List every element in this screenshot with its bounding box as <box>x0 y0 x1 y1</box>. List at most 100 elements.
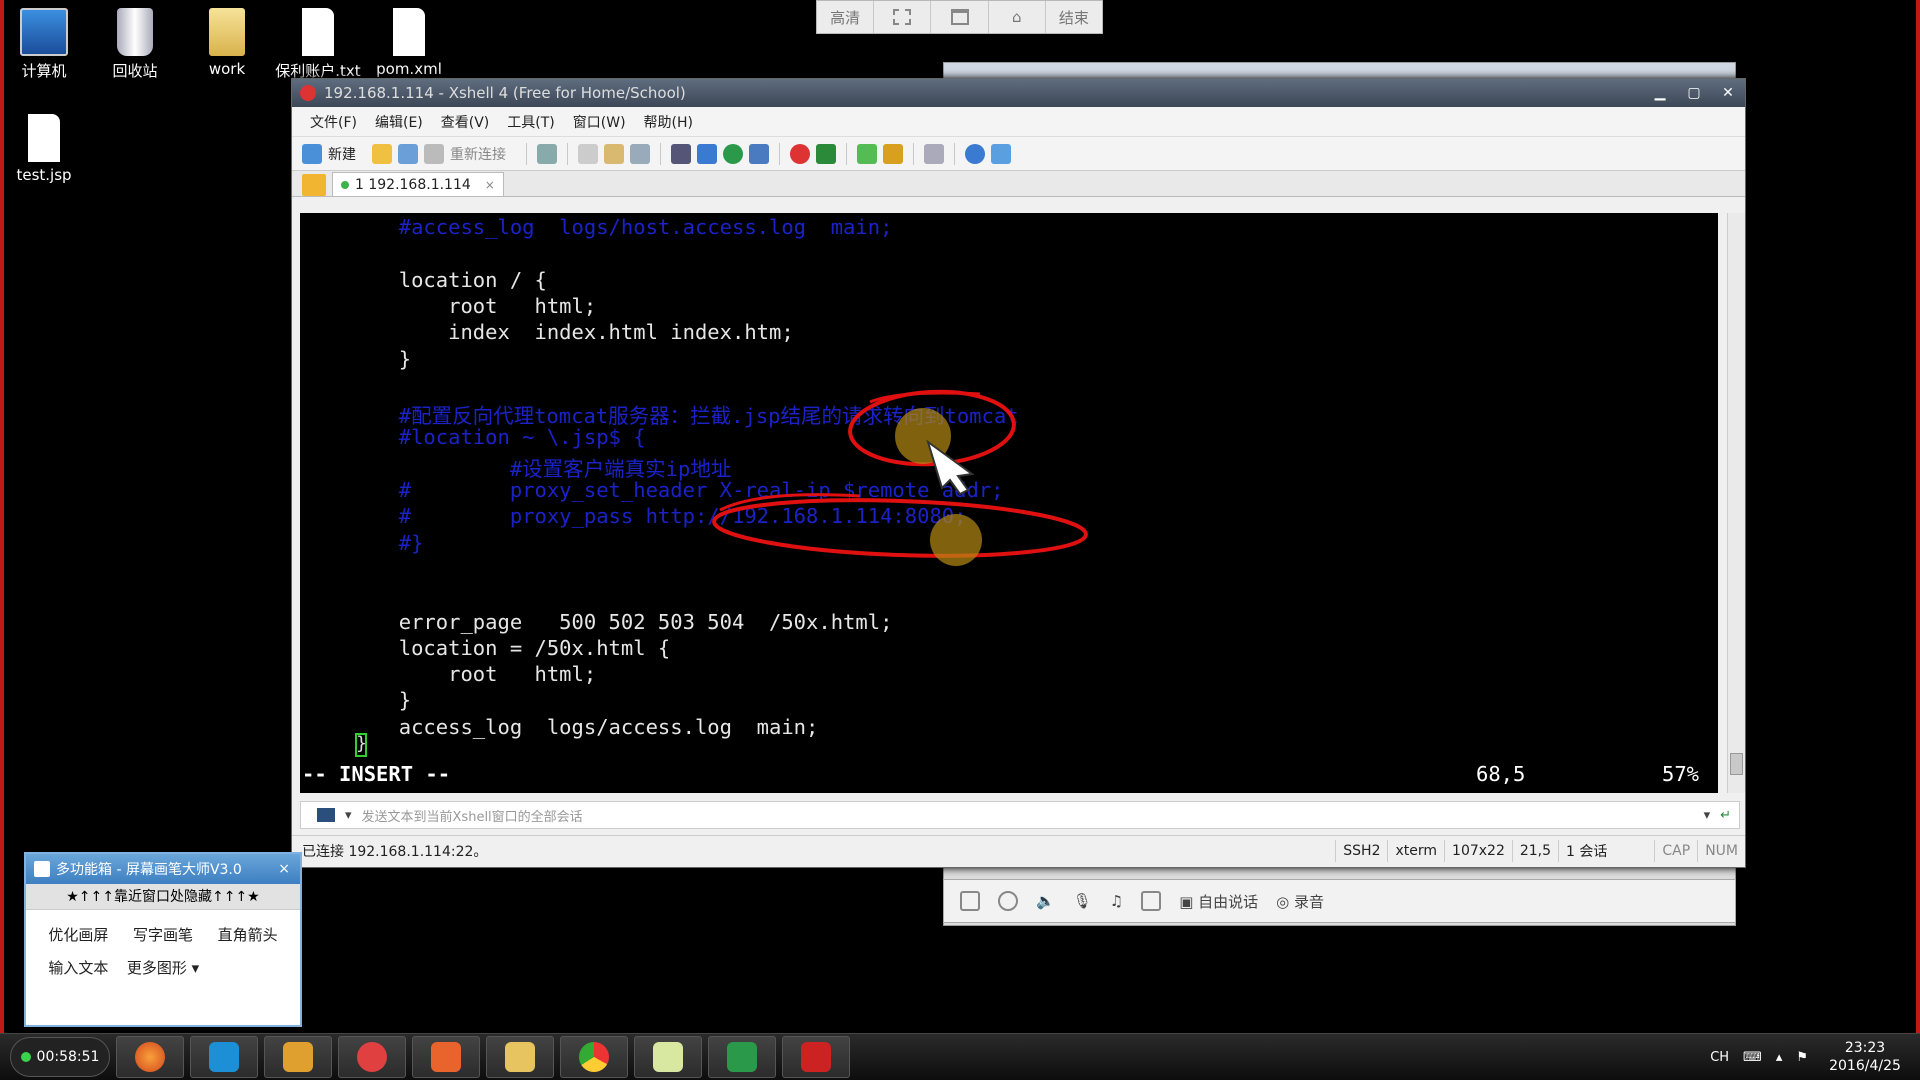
send-icon[interactable]: ↵ <box>1720 808 1731 823</box>
maximize-button[interactable]: ▢ <box>1677 82 1711 104</box>
menu-tools[interactable]: 工具(T) <box>507 112 554 132</box>
chevron-down-icon[interactable]: ▾ <box>345 808 352 823</box>
optimize-screen-button[interactable]: 优化画屏 <box>36 924 121 945</box>
compose-icon[interactable] <box>317 808 335 822</box>
fullscreen-icon[interactable] <box>857 143 877 164</box>
transfer-icon[interactable] <box>697 143 717 164</box>
speaker-icon[interactable]: 🔈 <box>1036 892 1055 910</box>
find-icon[interactable] <box>630 143 650 164</box>
sessions-status: 1 会话 <box>1558 839 1614 862</box>
terminal[interactable]: access_log logs/access.log main; } root … <box>300 213 1718 793</box>
show-hidden-icons-icon[interactable]: ▴ <box>1776 1050 1783 1065</box>
end-button[interactable]: 结束 <box>1046 1 1102 33</box>
recording-dot-icon <box>20 1052 31 1062</box>
taskbar-firefox[interactable] <box>116 1036 184 1078</box>
pen-panel-titlebar[interactable]: 多功能箱 - 屏幕画笔大师V3.0 × <box>26 854 300 884</box>
music-icon[interactable]: ♫ <box>1110 892 1123 910</box>
settings-icon[interactable] <box>998 891 1018 911</box>
help-icon[interactable] <box>965 143 985 164</box>
hd-button[interactable]: 高清 <box>817 1 875 33</box>
xftp-icon[interactable] <box>816 143 836 164</box>
mixer-icon[interactable] <box>1141 891 1162 911</box>
pen-app-icon <box>34 861 50 877</box>
add-tab-icon[interactable] <box>302 174 326 196</box>
right-angle-arrow-button[interactable]: 直角箭头 <box>205 924 290 945</box>
reconnect-icon <box>424 143 444 164</box>
xshell-logo-icon[interactable] <box>790 143 810 164</box>
copy-icon[interactable] <box>578 143 598 164</box>
xshell-titlebar[interactable]: 192.168.1.114 - Xshell 4 (Free for Home/… <box>292 79 1745 107</box>
print-icon[interactable] <box>671 143 691 164</box>
writing-pen-button[interactable]: 写字画笔 <box>121 924 206 945</box>
desktop-icon-computer[interactable]: 计算机 <box>0 8 94 81</box>
taskbar-notepad[interactable] <box>634 1036 702 1078</box>
window-button[interactable] <box>931 1 989 33</box>
microphone-icon[interactable]: 🎙 <box>1073 892 1092 910</box>
font-icon[interactable] <box>749 143 769 164</box>
taskbar-explorer[interactable] <box>486 1036 554 1078</box>
vim-scroll-percent: 57% <box>1662 762 1700 786</box>
toolbar-divider <box>913 142 914 165</box>
menu-view[interactable]: 查看(V) <box>441 112 490 132</box>
desktop-icon-pom-xml[interactable]: pom.xml <box>359 8 459 78</box>
desktop-icon-work[interactable]: work <box>177 8 277 78</box>
pen-panel-close-button[interactable]: × <box>278 861 290 877</box>
desktop-icon-recycle-bin[interactable]: 回收站 <box>85 8 185 81</box>
keyboard-tray-icon[interactable]: ⌨ <box>1743 1050 1762 1065</box>
open-folder-icon[interactable] <box>372 143 392 164</box>
minimize-button[interactable]: ▁ <box>1643 82 1677 104</box>
menu-file[interactable]: 文件(F) <box>310 112 357 132</box>
xshell-icon <box>357 1042 387 1072</box>
taskbar-xftp[interactable] <box>708 1036 776 1078</box>
chat-icon[interactable] <box>991 143 1011 164</box>
input-text-button[interactable]: 输入文本 <box>36 957 121 978</box>
free-talk-label: 自由说话 <box>1198 892 1259 911</box>
menu-edit[interactable]: 编辑(E) <box>375 112 423 132</box>
home-button[interactable]: ⌂ <box>989 1 1046 33</box>
terminal-scrollbar[interactable] <box>1727 213 1745 793</box>
tab-close-icon[interactable]: × <box>485 178 495 192</box>
properties-icon[interactable] <box>537 143 557 164</box>
clock-date: 2016/4/25 <box>1829 1058 1901 1074</box>
taskbar-powerpoint[interactable] <box>412 1036 480 1078</box>
keyboard-icon[interactable] <box>924 143 944 164</box>
close-button[interactable]: ✕ <box>1711 82 1745 104</box>
recording-timer[interactable]: 00:58:51 <box>10 1037 110 1077</box>
text-file-icon <box>302 8 334 56</box>
scrollbar-thumb[interactable] <box>1730 753 1743 775</box>
taskbar-app-tiger[interactable] <box>264 1036 332 1078</box>
tab-label: 1 192.168.1.114 <box>355 176 471 193</box>
more-shapes-button[interactable]: 更多图形 ▾ <box>121 957 206 978</box>
powerpoint-icon <box>431 1042 461 1072</box>
new-session-button[interactable]: 新建 <box>328 144 356 164</box>
window-icon <box>950 9 969 25</box>
desktop-icon-txt-file[interactable]: 保利账户.txt <box>268 8 368 81</box>
globe-icon[interactable] <box>723 143 743 164</box>
desktop-icon-test-jsp[interactable]: test.jsp <box>0 114 94 184</box>
terminal-type-status: xterm <box>1387 839 1444 862</box>
input-language[interactable]: CH <box>1710 1050 1729 1065</box>
reconnect-button[interactable]: 重新连接 <box>450 144 506 164</box>
compose-input[interactable]: 发送文本到当前Xshell窗口的全部会话 <box>362 806 1704 825</box>
taskbar-app-blue[interactable] <box>190 1036 258 1078</box>
menu-help[interactable]: 帮助(H) <box>644 112 693 132</box>
menu-window[interactable]: 窗口(W) <box>573 112 626 132</box>
pen-panel-hide-hint: ★↑↑↑靠近窗口处隐藏↑↑↑★ <box>26 884 300 910</box>
system-clock[interactable]: 23:23 2016/4/25 <box>1822 1039 1908 1075</box>
tab-bar: 1 192.168.1.114 × <box>292 171 1745 197</box>
link-icon[interactable] <box>398 143 418 164</box>
free-talk-button[interactable]: ▣ 自由说话 <box>1179 891 1258 912</box>
folder-icon <box>209 8 245 56</box>
lock-icon[interactable] <box>883 143 903 164</box>
exit-icon[interactable] <box>960 891 980 911</box>
region-button[interactable] <box>874 1 932 33</box>
tab-session-1[interactable]: 1 192.168.1.114 × <box>332 172 504 196</box>
taskbar-recorder[interactable] <box>782 1036 850 1078</box>
record-button[interactable]: ◎ 录音 <box>1276 891 1324 912</box>
paste-icon[interactable] <box>604 143 624 164</box>
taskbar-chrome[interactable] <box>560 1036 628 1078</box>
network-flag-icon[interactable]: ⚑ <box>1796 1050 1808 1065</box>
terminal-line: } <box>300 346 412 371</box>
taskbar-xshell[interactable] <box>338 1036 406 1078</box>
compose-dropdown-icon[interactable]: ▾ <box>1704 808 1711 823</box>
